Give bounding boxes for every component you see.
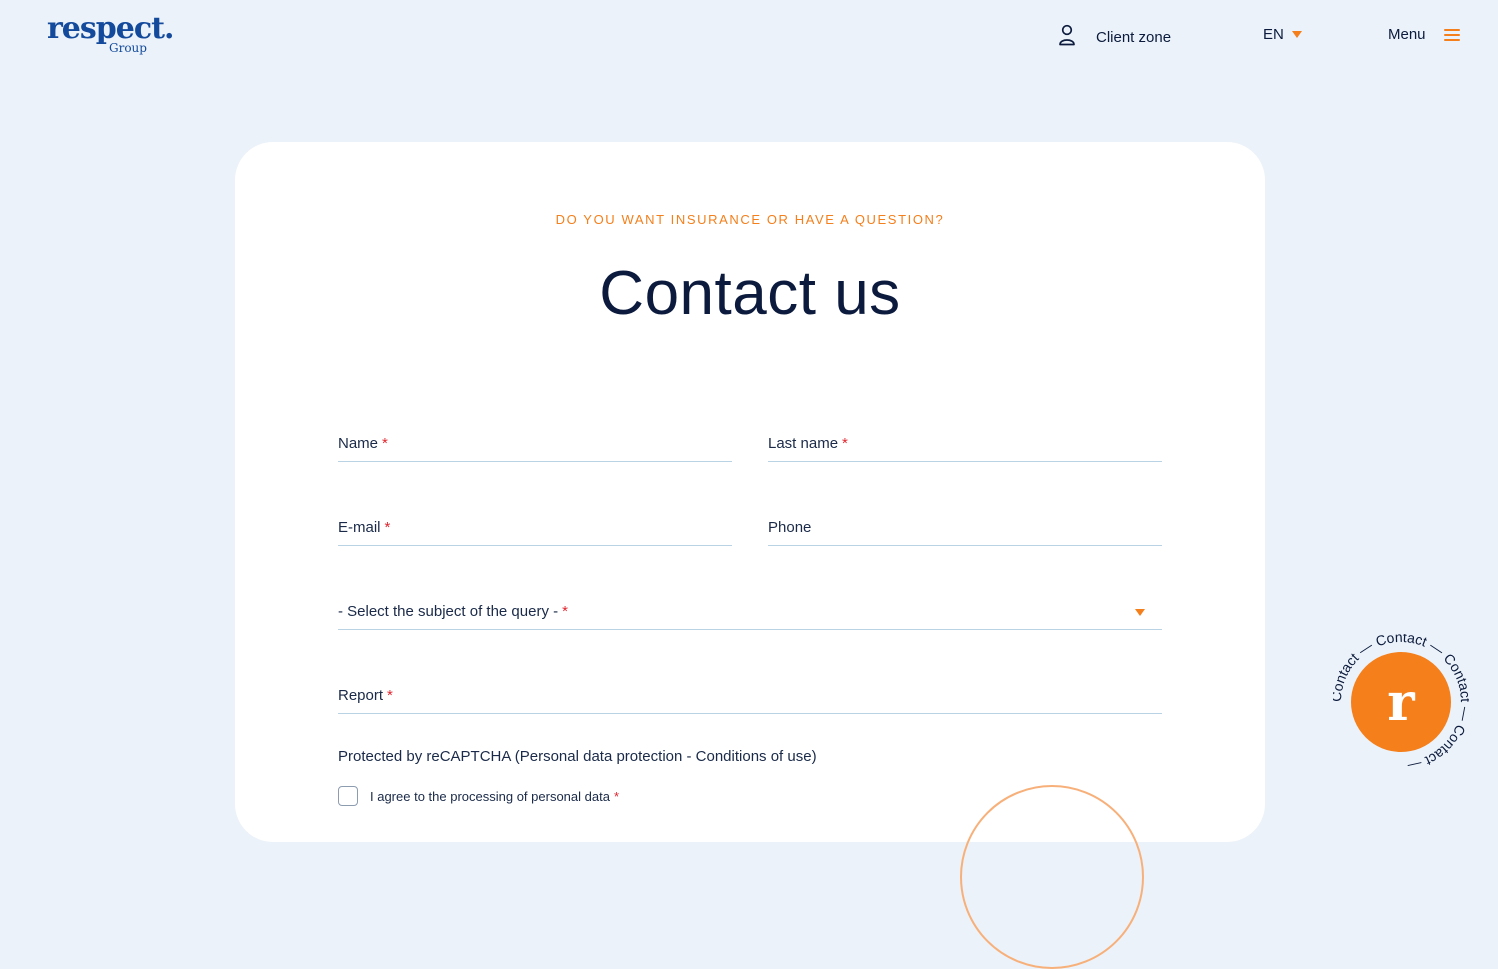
badge-letter: r: [1387, 672, 1415, 733]
required-marker: *: [384, 518, 391, 536]
required-marker: *: [842, 434, 848, 452]
report-field[interactable]: Report *: [338, 677, 1162, 714]
email-field[interactable]: E-mail *: [338, 509, 732, 546]
last-name-field[interactable]: Last name *: [768, 425, 1162, 462]
phone-label: Phone: [768, 518, 812, 536]
contact-eyebrow: DO YOU WANT INSURANCE OR HAVE A QUESTION…: [555, 212, 945, 227]
decorative-arc: [960, 785, 1144, 969]
subject-label: - Select the subject of the query -: [338, 602, 559, 620]
required-marker: *: [613, 788, 619, 804]
email-label: E-mail: [338, 518, 381, 536]
logo-wordmark: respect.: [47, 11, 174, 46]
logo[interactable]: respect. Group: [47, 11, 174, 56]
logo-subtitle: Group: [109, 41, 147, 55]
menu-label: Menu: [1388, 26, 1426, 43]
consent-label: I agree to the processing of personal da…: [370, 788, 610, 804]
client-zone-link[interactable]: Client zone: [1058, 24, 1171, 51]
consent-checkbox[interactable]: [338, 786, 358, 806]
recaptcha-note: Protected by reCAPTCHA (Personal data pr…: [338, 748, 817, 765]
hamburger-icon: [1443, 28, 1460, 41]
required-marker: *: [382, 434, 388, 452]
menu-button[interactable]: Menu: [1388, 26, 1460, 43]
user-icon: [1058, 24, 1076, 51]
contact-card: DO YOU WANT INSURANCE OR HAVE A QUESTION…: [235, 142, 1265, 969]
client-zone-label: Client zone: [1096, 29, 1172, 46]
name-field[interactable]: Name *: [338, 425, 732, 462]
caret-down-icon: [1135, 609, 1145, 616]
name-label: Name: [338, 434, 379, 452]
language-label: EN: [1263, 26, 1284, 43]
page-title: Contact us: [599, 259, 901, 328]
subject-select[interactable]: - Select the subject of the query - *: [338, 593, 1162, 630]
phone-field[interactable]: Phone: [768, 509, 1162, 546]
required-marker: *: [562, 602, 568, 620]
report-label: Report: [338, 686, 384, 704]
consent-row: I agree to the processing of personal da…: [338, 786, 619, 806]
contact-badge[interactable]: Contact — Contact — Contact — Contact — …: [1328, 629, 1474, 775]
required-marker: *: [387, 686, 393, 704]
last-name-label: Last name: [768, 434, 839, 452]
caret-down-icon: [1291, 31, 1302, 38]
language-selector[interactable]: EN: [1263, 26, 1302, 43]
